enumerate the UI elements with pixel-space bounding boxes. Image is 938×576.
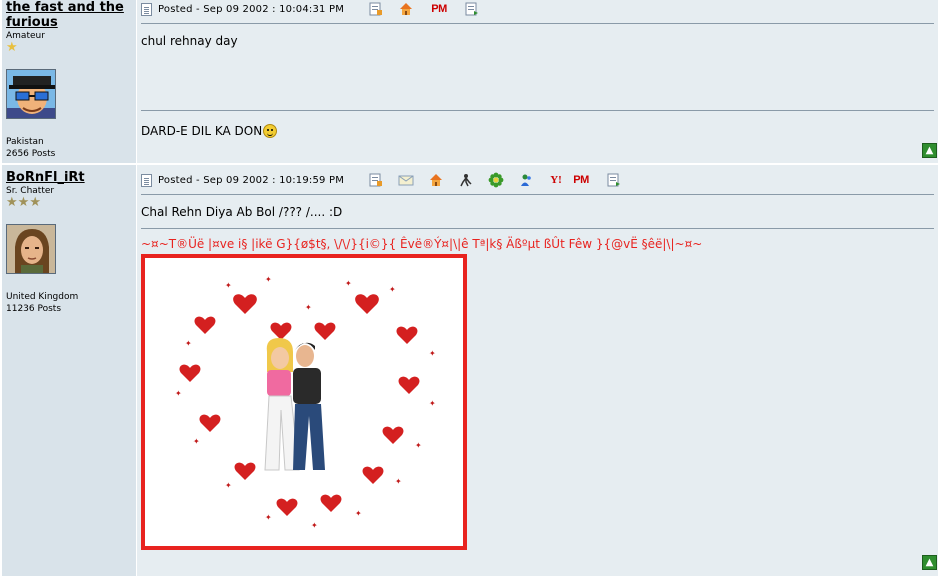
- author-username[interactable]: BoRnFl_iRt: [6, 170, 85, 185]
- svg-text:✦: ✦: [175, 389, 182, 398]
- header-separator: [141, 194, 934, 195]
- svg-text:✦: ✦: [265, 275, 272, 284]
- rank-stars: ★★★: [6, 196, 41, 209]
- forum-post: the fast and the furious Amateur ★ Pakis…: [0, 0, 938, 165]
- quote-icon[interactable]: [464, 1, 480, 17]
- post-signature: ~¤~T®Üë |¤ve i§ |ikë G}{ø$t§, \/\/}{i©}{…: [141, 237, 703, 251]
- avatar: [6, 224, 56, 274]
- author-location: United Kingdom: [6, 292, 79, 302]
- svg-text:✦: ✦: [193, 437, 200, 446]
- header-separator: [141, 23, 934, 24]
- svg-text:✦: ✦: [389, 285, 396, 294]
- star-icon: ★: [6, 40, 18, 55]
- svg-text:✦: ✦: [225, 481, 232, 490]
- svg-text:✦: ✦: [185, 339, 192, 348]
- signature-text: DARD-E DIL KA DON: [141, 124, 263, 138]
- author-username[interactable]: the fast and the furious: [6, 0, 134, 30]
- couple-in-hearts-image: ✦ ✦ ✦ ✦ ✦ ✦ ✦ ✦ ✦ ✦ ✦ ✦ ✦ ✦ ✦ ✦: [145, 258, 463, 546]
- post-header: Posted - Sep 09 2002 : 10:04:31 PM PM: [141, 0, 934, 20]
- posted-date: Posted - Sep 09 2002 : 10:19:59 PM: [158, 174, 345, 186]
- svg-text:✦: ✦: [415, 441, 422, 450]
- post-content: Posted - Sep 09 2002 : 10:04:31 PM PM ch…: [137, 0, 938, 165]
- svg-text:✦: ✦: [355, 509, 362, 518]
- author-location: Pakistan: [6, 137, 44, 147]
- icq-icon[interactable]: [488, 172, 504, 188]
- msn-icon[interactable]: [518, 172, 534, 188]
- edit-profile-icon[interactable]: [368, 172, 384, 188]
- pm-icon[interactable]: PM: [428, 1, 450, 17]
- posted-document-icon: [141, 173, 152, 187]
- signature-separator: [141, 110, 934, 111]
- homepage-icon[interactable]: [398, 1, 414, 17]
- signature-separator: [141, 228, 934, 229]
- smiley-icon: [263, 124, 278, 138]
- avatar: [6, 69, 56, 119]
- edit-profile-icon[interactable]: [368, 1, 384, 17]
- rank-stars: ★: [6, 41, 18, 54]
- svg-text:✦: ✦: [345, 279, 352, 288]
- author-sidebar: BoRnFl_iRt Sr. Chatter ★★★ United Kingdo…: [2, 165, 136, 576]
- avatar-image: [7, 225, 55, 273]
- back-to-top-icon[interactable]: ▲: [922, 555, 937, 570]
- back-to-top-icon[interactable]: ▲: [922, 143, 937, 158]
- posted-document-icon: [141, 2, 152, 16]
- aim-icon[interactable]: [458, 172, 474, 188]
- svg-text:✦: ✦: [429, 399, 436, 408]
- star-icon: ★: [29, 195, 41, 210]
- post-signature: DARD-E DIL KA DON: [141, 121, 278, 138]
- svg-text:✦: ✦: [225, 281, 232, 290]
- star-icon: ★: [6, 195, 18, 210]
- pm-icon[interactable]: PM: [570, 172, 592, 188]
- svg-text:✦: ✦: [305, 303, 312, 312]
- email-icon[interactable]: [398, 172, 414, 188]
- avatar-image: [7, 70, 55, 118]
- post-content: Posted - Sep 09 2002 : 10:19:59 PM Y! PM: [137, 165, 938, 576]
- signature-image: ✦ ✦ ✦ ✦ ✦ ✦ ✦ ✦ ✦ ✦ ✦ ✦ ✦ ✦ ✦ ✦: [141, 254, 467, 550]
- post-message: Chal Rehn Diya Ab Bol /??? /.... :D: [141, 205, 343, 219]
- yahoo-icon[interactable]: Y!: [548, 172, 564, 188]
- homepage-icon[interactable]: [428, 172, 444, 188]
- author-sidebar: the fast and the furious Amateur ★ Pakis…: [2, 0, 136, 165]
- forum-post: BoRnFl_iRt Sr. Chatter ★★★ United Kingdo…: [0, 165, 938, 576]
- svg-text:✦: ✦: [395, 477, 402, 486]
- post-message: chul rehnay day: [141, 34, 238, 48]
- author-post-count: 11236 Posts: [6, 304, 62, 314]
- quote-icon[interactable]: [606, 172, 622, 188]
- star-icon: ★: [17, 195, 30, 210]
- post-header: Posted - Sep 09 2002 : 10:19:59 PM Y! PM: [141, 169, 934, 191]
- author-post-count: 2656 Posts: [6, 149, 56, 159]
- posted-date: Posted - Sep 09 2002 : 10:04:31 PM: [158, 3, 345, 15]
- svg-text:✦: ✦: [265, 513, 272, 522]
- svg-text:✦: ✦: [429, 349, 436, 358]
- svg-text:✦: ✦: [311, 521, 318, 530]
